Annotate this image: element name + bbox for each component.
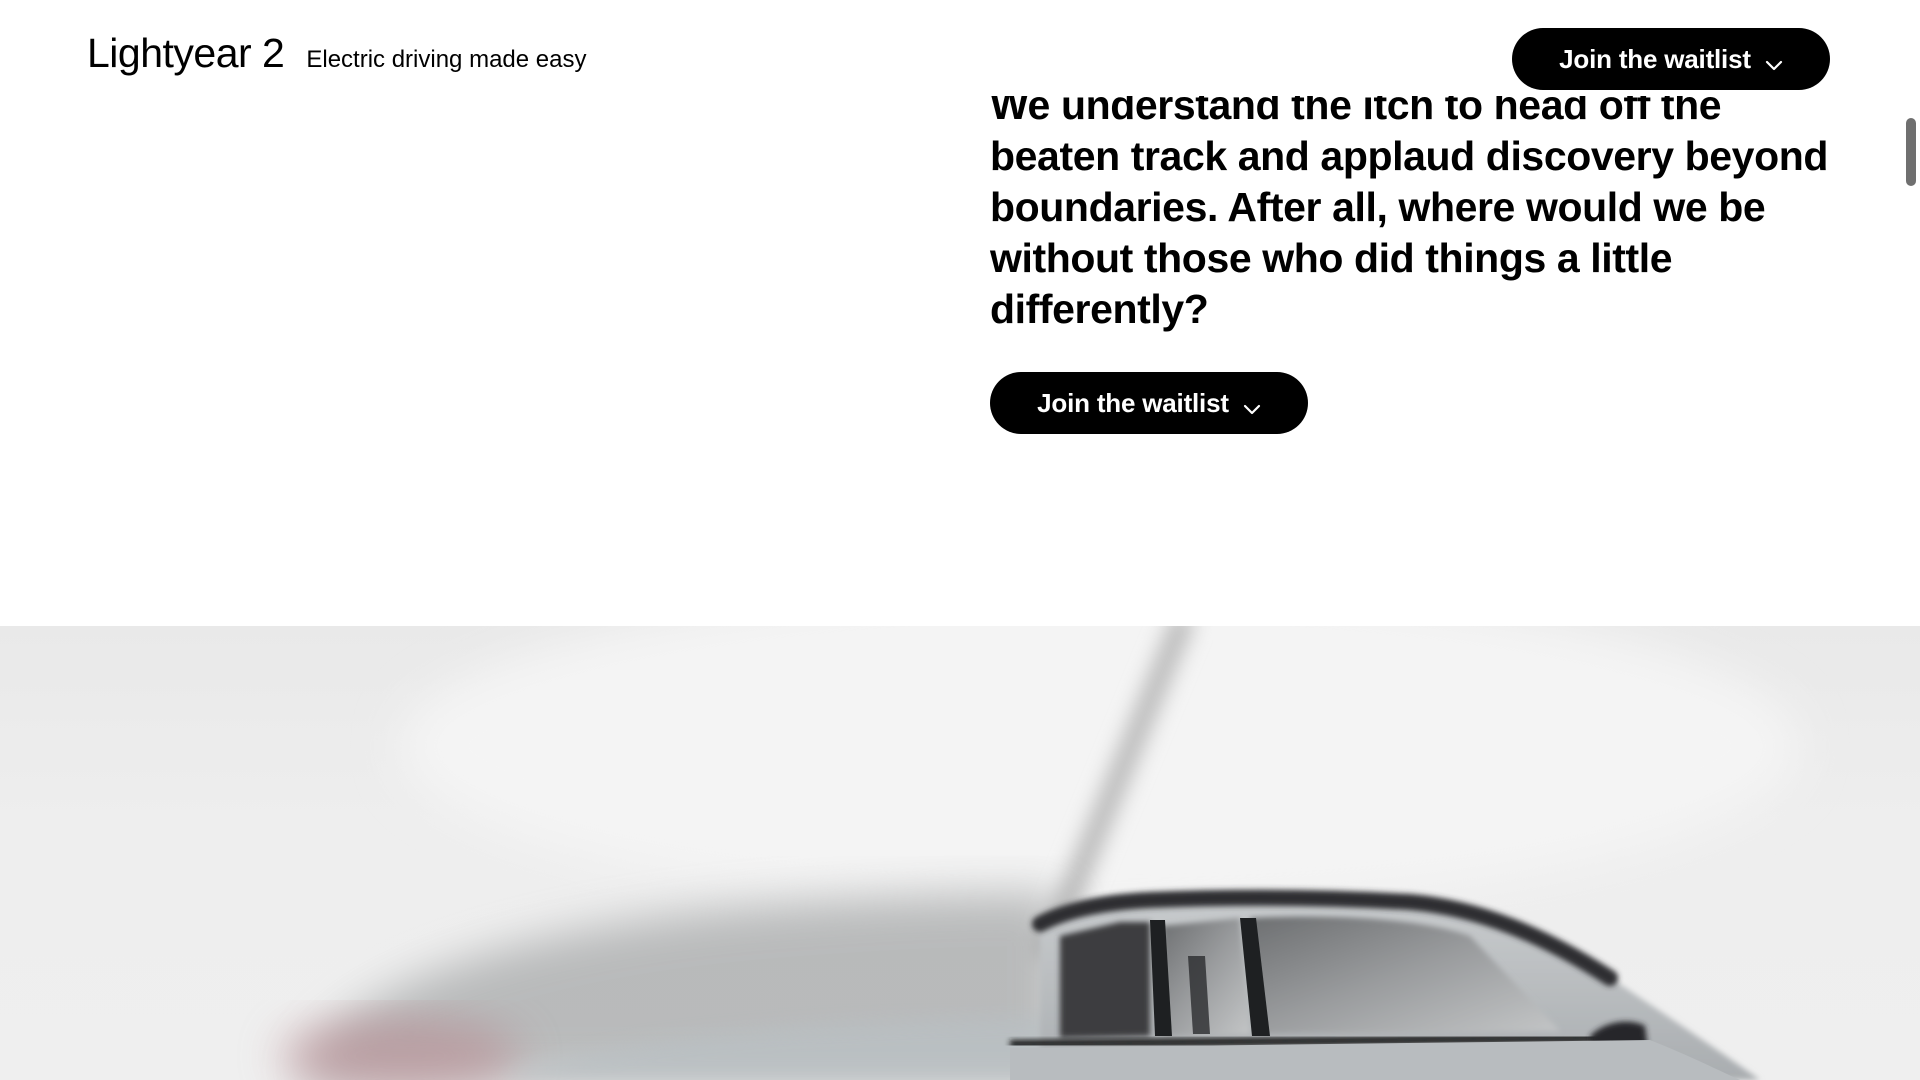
statement-viewport: We understand the itch to head off the b… (0, 96, 1920, 356)
chevron-down-icon (1243, 394, 1261, 415)
chevron-down-icon (1765, 50, 1783, 71)
brand-logo[interactable]: Lightyear 2 (87, 30, 285, 77)
car-illustration (280, 626, 1800, 1080)
statement-text: We understand the itch to head off the b… (990, 96, 1829, 332)
brand-tagline: Electric driving made easy (306, 46, 587, 73)
scrollbar-thumb[interactable] (1906, 118, 1916, 186)
hero-car-image (0, 626, 1920, 1080)
header-join-waitlist-button[interactable]: Join the waitlist (1512, 28, 1830, 90)
join-waitlist-label: Join the waitlist (1037, 387, 1229, 418)
brand[interactable]: Lightyear 2 Electric driving made easy (87, 30, 586, 77)
header-join-waitlist-label: Join the waitlist (1559, 43, 1751, 74)
page: Lightyear 2 Electric driving made easy J… (0, 0, 1920, 1080)
join-waitlist-button[interactable]: Join the waitlist (990, 372, 1308, 434)
site-header: Lightyear 2 Electric driving made easy J… (0, 0, 1920, 116)
